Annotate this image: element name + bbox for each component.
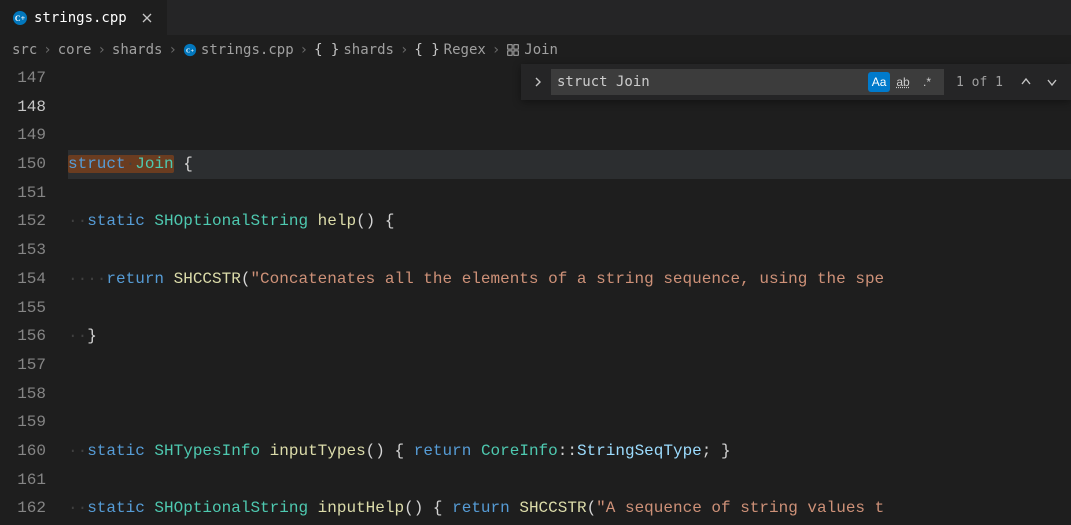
line-number: 151: [0, 179, 46, 208]
line-number: 150: [0, 150, 46, 179]
line-gutter: 147 148 149 150 151 152 153 154 155 156 …: [0, 64, 68, 525]
code-line: ··static SHOptionalString inputHelp() { …: [68, 494, 1071, 523]
next-match-icon[interactable]: [1041, 71, 1063, 93]
svg-text:C+: C+: [186, 49, 194, 55]
line-number: 156: [0, 322, 46, 351]
breadcrumb: src › core › shards › C+ strings.cpp › {…: [0, 36, 1071, 64]
line-number: 158: [0, 380, 46, 409]
breadcrumb-file[interactable]: C+ strings.cpp: [183, 42, 294, 58]
breadcrumb-symbol[interactable]: Join: [506, 42, 558, 58]
editor[interactable]: 147 148 149 150 151 152 153 154 155 156 …: [0, 64, 1071, 525]
line-number: 147: [0, 64, 46, 93]
find-input[interactable]: [557, 74, 866, 90]
find-widget: Aa ab .* 1 of 1: [521, 64, 1071, 100]
line-number: 152: [0, 207, 46, 236]
chevron-right-icon: ›: [398, 42, 410, 58]
match-case-toggle[interactable]: Aa: [868, 72, 890, 92]
line-number: 159: [0, 408, 46, 437]
toggle-replace-icon[interactable]: [529, 67, 547, 97]
match-whole-word-toggle[interactable]: ab: [892, 72, 914, 92]
code-line: ····return SHCCSTR("Concatenates all the…: [68, 265, 1071, 294]
breadcrumb-ns[interactable]: { } shards: [314, 42, 394, 58]
code-line: ··static SHOptionalString help() {: [68, 207, 1071, 236]
tab-strings-cpp[interactable]: C+ strings.cpp: [0, 0, 168, 35]
breadcrumb-src[interactable]: src: [12, 42, 37, 58]
breadcrumb-class[interactable]: { } Regex: [414, 42, 485, 58]
line-number: 161: [0, 466, 46, 495]
line-number: 149: [0, 121, 46, 150]
namespace-icon: { }: [314, 42, 339, 58]
line-number: 148: [0, 93, 46, 122]
tab-bar: C+ strings.cpp: [0, 0, 1071, 36]
tab-label: strings.cpp: [34, 10, 127, 26]
prev-match-icon[interactable]: [1015, 71, 1037, 93]
svg-text:C+: C+: [15, 14, 26, 23]
code-line: ··}: [68, 322, 1071, 351]
find-input-wrap: Aa ab .*: [551, 69, 944, 95]
struct-icon: [506, 43, 520, 57]
chevron-right-icon: ›: [41, 42, 53, 58]
breadcrumb-core[interactable]: core: [58, 42, 92, 58]
line-number: 160: [0, 437, 46, 466]
breadcrumb-shards[interactable]: shards: [112, 42, 163, 58]
line-number: 157: [0, 351, 46, 380]
close-icon[interactable]: [139, 10, 155, 26]
chevron-right-icon: ›: [298, 42, 310, 58]
code-line: ··static SHTypesInfo inputTypes() { retu…: [68, 437, 1071, 466]
chevron-right-icon: ›: [166, 42, 178, 58]
chevron-right-icon: ›: [95, 42, 107, 58]
code-line: [68, 380, 1071, 409]
line-number: 155: [0, 294, 46, 323]
chevron-right-icon: ›: [490, 42, 502, 58]
code-area[interactable]: struct·Join { ··static SHOptionalString …: [68, 64, 1071, 525]
code-line: struct·Join {: [68, 150, 1071, 179]
line-number: 154: [0, 265, 46, 294]
line-number: 162: [0, 494, 46, 523]
cpp-file-icon: C+: [12, 10, 28, 26]
namespace-icon: { }: [414, 42, 439, 58]
regex-toggle[interactable]: .*: [916, 72, 938, 92]
match-count: 1 of 1: [956, 75, 1003, 90]
line-number: 153: [0, 236, 46, 265]
